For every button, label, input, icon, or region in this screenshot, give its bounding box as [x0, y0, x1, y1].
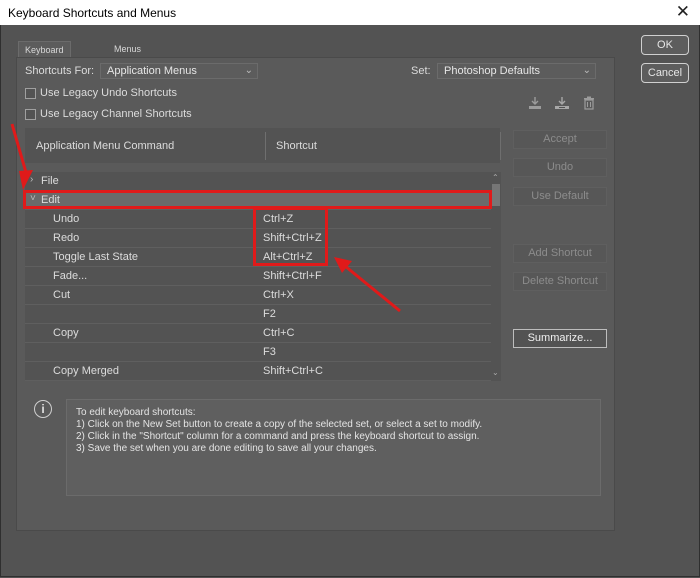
- info-line: 1) Click on the New Set button to create…: [76, 419, 483, 430]
- info-icon: i: [34, 400, 52, 418]
- table-row[interactable]: Fade... Shift+Ctrl+F: [25, 267, 491, 286]
- command-label: File: [41, 175, 59, 187]
- shortcut-cell[interactable]: Ctrl+C: [263, 327, 294, 339]
- close-icon[interactable]: ✕: [676, 2, 690, 22]
- set-value: Photoshop Defaults: [444, 65, 541, 77]
- summarize-button[interactable]: Summarize...: [513, 329, 607, 348]
- new-set-icon[interactable]: [554, 96, 569, 110]
- undo-button[interactable]: Undo: [513, 158, 607, 177]
- tab-menus[interactable]: Menus: [108, 41, 147, 57]
- table-row[interactable]: Copy Ctrl+C: [25, 324, 491, 343]
- legacy-channel-checkbox[interactable]: [25, 109, 36, 120]
- table-row[interactable]: Cut Ctrl+X: [25, 286, 491, 305]
- command-label: Undo: [53, 213, 80, 225]
- table-row[interactable]: F2: [25, 305, 491, 324]
- add-shortcut-button[interactable]: Add Shortcut: [513, 244, 607, 263]
- shortcuts-highlight-box: [253, 207, 328, 266]
- column-divider: [500, 132, 501, 160]
- cancel-button[interactable]: Cancel: [641, 63, 689, 83]
- shortcut-cell[interactable]: Ctrl+X: [263, 289, 294, 301]
- table-row[interactable]: Copy Merged Shift+Ctrl+C: [25, 362, 491, 381]
- table-header: Application Menu Command Shortcut: [25, 128, 501, 163]
- legacy-channel-label: Use Legacy Channel Shortcuts: [40, 108, 192, 120]
- tab-keyboard-shortcuts[interactable]: Keyboard Shortcuts: [18, 41, 71, 71]
- accept-button[interactable]: Accept: [513, 130, 607, 149]
- info-line: 3) Save the set when you are done editin…: [76, 443, 377, 454]
- column-divider: [265, 132, 266, 160]
- legacy-undo-checkbox[interactable]: [25, 88, 36, 99]
- shortcuts-for-label: Shortcuts For:: [25, 65, 95, 77]
- chevron-down-icon: ⌄: [582, 65, 591, 76]
- command-label: Cut: [53, 289, 71, 301]
- shortcuts-for-select[interactable]: Application Menus ⌄: [100, 63, 258, 79]
- shortcut-cell[interactable]: F2: [263, 308, 276, 320]
- command-label: Copy Merged: [53, 365, 120, 377]
- list-scrollbar[interactable]: ⌃ ⌄: [491, 172, 501, 381]
- command-label: Redo: [53, 232, 80, 244]
- shortcut-cell[interactable]: Shift+Ctrl+F: [263, 270, 322, 282]
- info-line: To edit keyboard shortcuts:: [76, 407, 196, 418]
- save-set-icon[interactable]: [528, 96, 542, 110]
- table-row[interactable]: › File: [25, 172, 491, 191]
- set-label: Set:: [411, 65, 431, 77]
- table-row[interactable]: F3: [25, 343, 491, 362]
- set-select[interactable]: Photoshop Defaults ⌄: [437, 63, 596, 79]
- ok-button[interactable]: OK: [641, 35, 689, 55]
- info-line: 2) Click in the "Shortcut" column for a …: [76, 431, 480, 442]
- column-header-shortcut: Shortcut: [276, 140, 317, 152]
- window-title: Keyboard Shortcuts and Menus: [8, 6, 177, 20]
- legacy-undo-label: Use Legacy Undo Shortcuts: [40, 87, 177, 99]
- use-default-button[interactable]: Use Default: [513, 187, 607, 206]
- shortcuts-for-value: Application Menus: [107, 65, 197, 77]
- delete-set-icon[interactable]: [582, 96, 596, 110]
- title-bar: Keyboard Shortcuts and Menus ✕: [0, 0, 700, 25]
- shortcut-cell[interactable]: Shift+Ctrl+C: [263, 365, 323, 377]
- command-label: Toggle Last State: [53, 251, 139, 263]
- chevron-right-icon[interactable]: ›: [30, 174, 33, 185]
- scroll-thumb[interactable]: [492, 184, 500, 206]
- chevron-down-icon: ⌄: [244, 65, 253, 76]
- command-label: Copy: [53, 327, 79, 339]
- scroll-up-icon[interactable]: ⌃: [492, 173, 499, 182]
- delete-shortcut-button[interactable]: Delete Shortcut: [513, 272, 607, 291]
- scroll-down-icon[interactable]: ⌄: [492, 368, 499, 377]
- column-header-command: Application Menu Command: [36, 140, 175, 152]
- shortcut-cell[interactable]: F3: [263, 346, 276, 358]
- command-label: Fade...: [53, 270, 88, 282]
- info-panel: i To edit keyboard shortcuts: 1) Click o…: [25, 392, 602, 502]
